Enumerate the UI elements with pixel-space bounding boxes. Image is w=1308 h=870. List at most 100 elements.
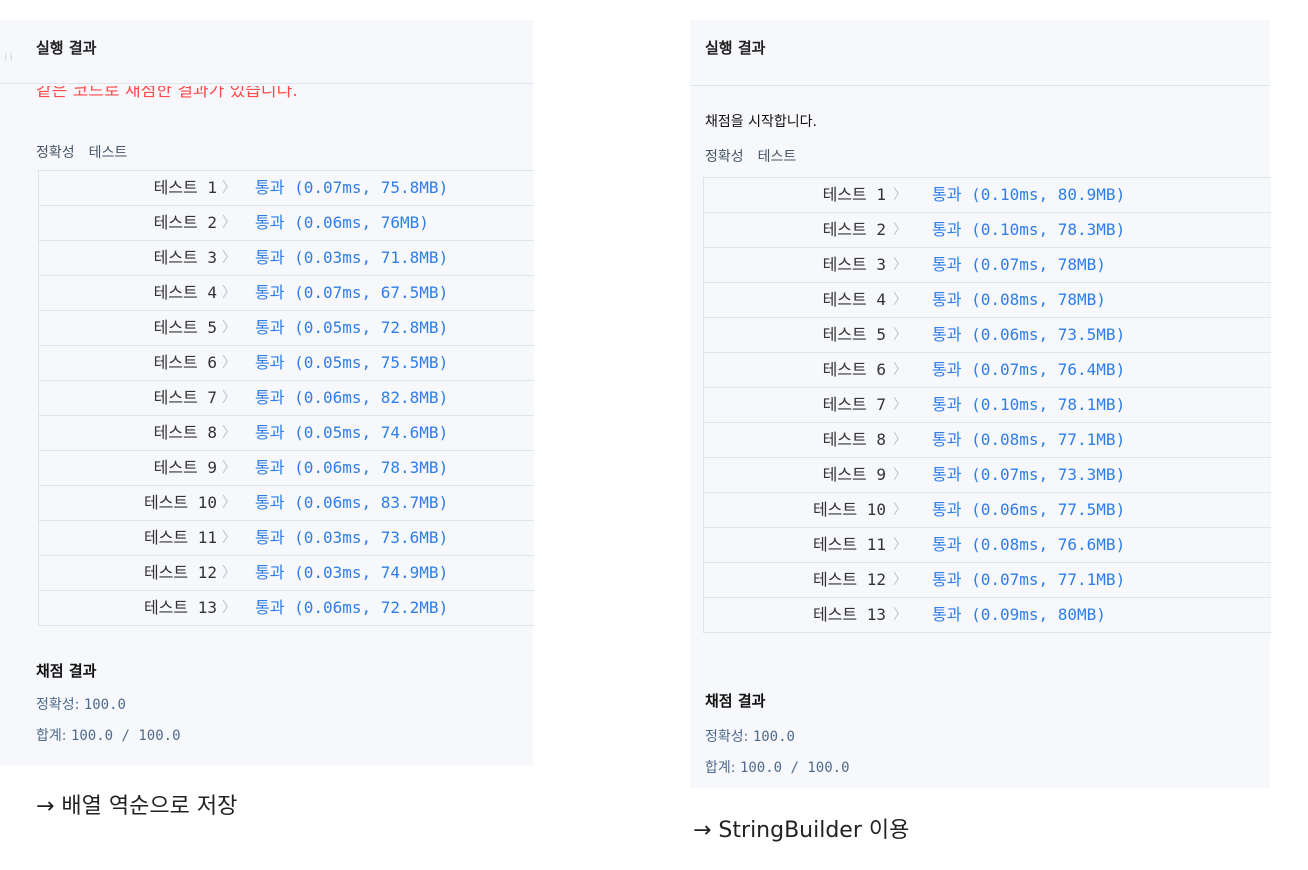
accuracy-value: 100.0 [83,697,126,713]
left-score-title: 채점 결과 [36,662,97,680]
chevron-right-icon: 〉 [893,222,907,238]
right-panel-title: 실행 결과 [705,39,766,57]
chevron-right-icon: 〉 [222,180,236,196]
test-label: 테스트 5 [153,318,217,337]
test-result: 통과 (0.06ms, 83.7MB) [255,493,449,512]
chevron-right-icon: 〉 [893,257,907,273]
chevron-right-icon: 〉 [893,362,907,378]
test-result: 통과 (0.07ms, 73.3MB) [932,465,1126,484]
left-test-table: 테스트 1 〉 통과 (0.07ms, 75.8MB) 테스트 2 〉 통과 (0.06m… [38,170,534,626]
chevron-right-icon: 〉 [893,397,907,413]
test-row: 테스트 7 〉 통과 (0.10ms, 78.1MB) [704,388,1271,423]
test-label: 테스트 12 [812,570,886,589]
test-label: 테스트 1 [822,185,886,204]
test-result: 통과 (0.06ms, 78.3MB) [255,458,449,477]
test-label: 테스트 13 [143,598,217,617]
right-total-line: 합계: 100.0 / 100.0 [705,757,850,777]
test-row: 테스트 6 〉 통과 (0.05ms, 75.5MB) [39,346,534,381]
tab-accuracy[interactable]: 정확성 [36,145,75,161]
right-tabs: 정확성 테스트 [705,146,810,166]
test-row: 테스트 4 〉 통과 (0.07ms, 67.5MB) [39,276,534,311]
accuracy-value: 100.0 [752,729,795,745]
test-row: 테스트 5 〉 통과 (0.05ms, 72.8MB) [39,311,534,346]
tab-test[interactable]: 테스트 [89,145,128,161]
test-result: 통과 (0.07ms, 76.4MB) [932,360,1126,379]
test-row: 테스트 5 〉 통과 (0.06ms, 73.5MB) [704,318,1271,353]
test-label: 테스트 9 [153,458,217,477]
test-label: 테스트 9 [822,465,886,484]
test-label: 테스트 7 [153,388,217,407]
tab-accuracy[interactable]: 정확성 [705,149,744,165]
test-result: 통과 (0.03ms, 73.6MB) [255,528,449,547]
test-label: 테스트 6 [153,353,217,372]
test-result: 통과 (0.07ms, 78MB) [932,255,1106,274]
chevron-right-icon: 〉 [222,600,236,616]
chevron-right-icon: 〉 [222,355,236,371]
test-row: 테스트 3 〉 통과 (0.07ms, 78MB) [704,248,1271,283]
test-label: 테스트 8 [822,430,886,449]
test-label: 테스트 13 [812,605,886,624]
chevron-right-icon: 〉 [222,215,236,231]
total-value: 100.0 / 100.0 [70,728,181,744]
left-panel-header: ⁞⁞ 실행 결과 [0,20,533,84]
test-result: 통과 (0.05ms, 72.8MB) [255,318,449,337]
test-row: 테스트 4 〉 통과 (0.08ms, 78MB) [704,283,1271,318]
accuracy-key: 정확성: [705,729,749,745]
right-result-panel: 실행 결과 채점을 시작합니다. 정확성 테스트 테스트 1 〉 통과 (0.10ms… [690,20,1271,788]
chevron-right-icon: 〉 [222,495,236,511]
chevron-right-icon: 〉 [893,432,907,448]
chevron-right-icon: 〉 [222,565,236,581]
test-label: 테스트 3 [822,255,886,274]
test-result: 통과 (0.03ms, 74.9MB) [255,563,449,582]
test-row: 테스트 10 〉 통과 (0.06ms, 83.7MB) [39,486,534,521]
left-status-message: 같은 코드로 채점한 결과가 있습니다. [36,86,298,101]
chevron-right-icon: 〉 [893,327,907,343]
test-label: 테스트 10 [143,493,217,512]
test-result: 통과 (0.10ms, 80.9MB) [932,185,1126,204]
chevron-right-icon: 〉 [893,187,907,203]
chevron-right-icon: 〉 [222,285,236,301]
test-row: 테스트 11 〉 통과 (0.03ms, 73.6MB) [39,521,534,556]
drag-handle-icon[interactable]: ⁞⁞ [4,52,20,80]
test-label: 테스트 5 [822,325,886,344]
test-row: 테스트 2 〉 통과 (0.06ms, 76MB) [39,206,534,241]
right-caption: → StringBuilder 이용 [693,818,910,843]
chevron-right-icon: 〉 [222,460,236,476]
test-label: 테스트 4 [822,290,886,309]
test-result: 통과 (0.05ms, 74.6MB) [255,423,449,442]
test-row: 테스트 6 〉 통과 (0.07ms, 76.4MB) [704,353,1271,388]
test-result: 통과 (0.08ms, 78MB) [932,290,1106,309]
test-label: 테스트 11 [812,535,886,554]
left-caption: → 배열 역순으로 저장 [36,794,238,819]
test-row: 테스트 12 〉 통과 (0.07ms, 77.1MB) [704,563,1271,598]
test-result: 통과 (0.06ms, 82.8MB) [255,388,449,407]
right-panel-header: 실행 결과 [690,20,1270,86]
test-result: 통과 (0.03ms, 71.8MB) [255,248,449,267]
test-result: 통과 (0.05ms, 75.5MB) [255,353,449,372]
test-label: 테스트 2 [153,213,217,232]
test-label: 테스트 2 [822,220,886,239]
total-key: 합계: [36,728,67,744]
tab-test[interactable]: 테스트 [758,149,797,165]
test-row: 테스트 8 〉 통과 (0.05ms, 74.6MB) [39,416,534,451]
left-result-panel: ⁞⁞ 실행 결과 같은 코드로 채점한 결과가 있습니다. 정확성 테스트 테스트… [0,20,534,765]
chevron-right-icon: 〉 [222,250,236,266]
test-row: 테스트 12 〉 통과 (0.03ms, 74.9MB) [39,556,534,591]
test-label: 테스트 8 [153,423,217,442]
test-row: 테스트 7 〉 통과 (0.06ms, 82.8MB) [39,381,534,416]
left-tabs: 정확성 테스트 [36,142,141,162]
chevron-right-icon: 〉 [893,467,907,483]
test-row: 테스트 11 〉 통과 (0.08ms, 76.6MB) [704,528,1271,563]
test-row: 테스트 2 〉 통과 (0.10ms, 78.3MB) [704,213,1271,248]
chevron-right-icon: 〉 [222,425,236,441]
test-result: 통과 (0.07ms, 67.5MB) [255,283,449,302]
test-row: 테스트 3 〉 통과 (0.03ms, 71.8MB) [39,241,534,276]
left-total-line: 합계: 100.0 / 100.0 [36,725,181,745]
chevron-right-icon: 〉 [893,572,907,588]
test-row: 테스트 8 〉 통과 (0.08ms, 77.1MB) [704,423,1271,458]
chevron-right-icon: 〉 [893,502,907,518]
test-row: 테스트 13 〉 통과 (0.09ms, 80MB) [704,598,1271,632]
accuracy-key: 정확성: [36,697,80,713]
test-row: 테스트 10 〉 통과 (0.06ms, 77.5MB) [704,493,1271,528]
test-label: 테스트 4 [153,283,217,302]
